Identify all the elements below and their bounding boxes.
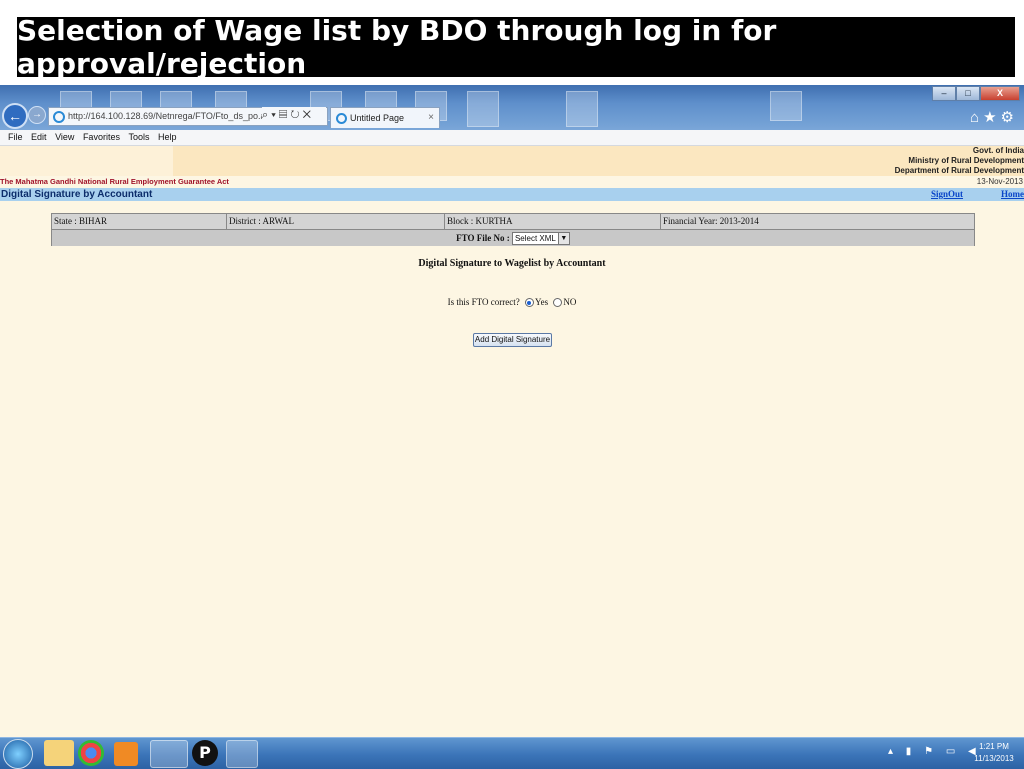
yes-label: Yes (534, 297, 549, 307)
arrow-left-icon: ← (8, 108, 22, 124)
menu-favorites[interactable]: Favorites (83, 132, 120, 142)
clock-time: 1:21 PM (979, 742, 1009, 751)
no-label: NO (563, 297, 577, 307)
windows-explorer-icon[interactable] (44, 740, 74, 766)
page-heading: Digital Signature to Wagelist by Account… (418, 258, 606, 269)
financial-year-cell: Financial Year: 2013-2014 (663, 216, 759, 226)
background-tile (467, 91, 499, 127)
menu-file[interactable]: File (8, 132, 23, 142)
add-digital-signature-button[interactable]: Add Digital Signature (473, 333, 552, 347)
chrome-icon[interactable] (78, 740, 104, 766)
ie-page-icon (53, 110, 65, 123)
system-tray-icons[interactable]: ▴ ▮ ⚑ ▭ ◀ (888, 746, 981, 757)
browser-window: ← → http://164.100.128.69/Netnrega/FTO/F… (0, 85, 1024, 768)
paint-icon[interactable] (226, 740, 258, 768)
yes-radio[interactable] (524, 298, 534, 308)
clock-date: 11/13/2013 (974, 754, 1014, 763)
fto-question-row: Is this FTO correct? Yes NO (0, 297, 1024, 308)
section-title: Digital Signature by Accountant (1, 189, 153, 200)
menu-tools[interactable]: Tools (128, 132, 149, 142)
menu-edit[interactable]: Edit (31, 132, 47, 142)
minimize-button[interactable]: – (932, 86, 956, 101)
start-orb-icon[interactable] (3, 739, 33, 769)
home-link[interactable]: Home (1001, 188, 1024, 201)
info-table: State : BIHAR District : ARWAL Block : K… (51, 213, 975, 246)
signout-link[interactable]: SignOut (931, 188, 963, 201)
internet-explorer-icon[interactable] (150, 740, 188, 768)
chevron-down-icon: ▼ (557, 233, 569, 245)
fto-label: FTO File No : (456, 233, 510, 243)
fto-row: FTO File No : Select XML ▼ (52, 229, 974, 246)
ie-page-icon (336, 113, 347, 125)
header-left-panel (0, 146, 173, 176)
browser-titlebar: ← → http://164.100.128.69/Netnrega/FTO/F… (0, 85, 1024, 130)
forward-button[interactable]: → (28, 106, 46, 124)
p-app-icon[interactable]: P (192, 740, 218, 766)
background-tile (770, 91, 802, 121)
taskbar: P ▴ ▮ ⚑ ▭ ◀ 1:21 PM 11/13/2013 (0, 737, 1024, 769)
tab-close-icon[interactable]: × (428, 108, 434, 128)
govt-header-lines: Govt. of India Ministry of Rural Develop… (895, 146, 1024, 176)
fto-file-select[interactable]: Select XML ▼ (511, 232, 570, 246)
background-tile (566, 91, 598, 127)
fto-select-value: Select XML (514, 234, 556, 244)
system-clock[interactable]: 1:21 PM 11/13/2013 (970, 741, 1018, 765)
govt-line: Ministry of Rural Development (908, 156, 1024, 165)
tab-title: Untitled Page (350, 113, 405, 123)
address-url: http://164.100.128.69/Netnrega/FTO/Fto_d… (68, 111, 280, 121)
question-label: Is this FTO correct? (447, 297, 520, 307)
arrow-right-icon: → (32, 109, 42, 120)
section-bar: Digital Signature by Accountant SignOut … (0, 188, 1024, 201)
address-tools[interactable]: ⌕ ▾ ▤ ↻ ✕ (262, 107, 326, 124)
no-radio[interactable] (553, 298, 563, 308)
district-cell: District : ARWAL (227, 214, 445, 229)
menu-view[interactable]: View (55, 132, 74, 142)
media-player-icon[interactable] (114, 742, 138, 766)
home-favorites-tools-icons[interactable]: ⌂★⚙ (970, 108, 1018, 126)
govt-line: Department of Rural Development (894, 166, 1024, 175)
slide-title: Selection of Wage list by BDO through lo… (17, 14, 1015, 80)
close-button[interactable]: X (980, 86, 1020, 101)
tab-untitled-page[interactable]: Untitled Page × (330, 107, 440, 128)
menu-bar: File Edit View Favorites Tools Help (0, 130, 1024, 146)
menu-help[interactable]: Help (158, 132, 177, 142)
maximize-button[interactable]: □ (956, 86, 980, 101)
window-controls: – □ X (932, 86, 1020, 101)
header-date: 13-Nov-2013 (976, 177, 1023, 186)
scheme-name: The Mahatma Gandhi National Rural Employ… (0, 177, 229, 186)
block-cell: Block : KURTHA (445, 214, 661, 229)
state-cell: State : BIHAR (52, 214, 227, 229)
govt-line: Govt. of India (972, 146, 1024, 155)
back-button[interactable]: ← (2, 103, 28, 129)
